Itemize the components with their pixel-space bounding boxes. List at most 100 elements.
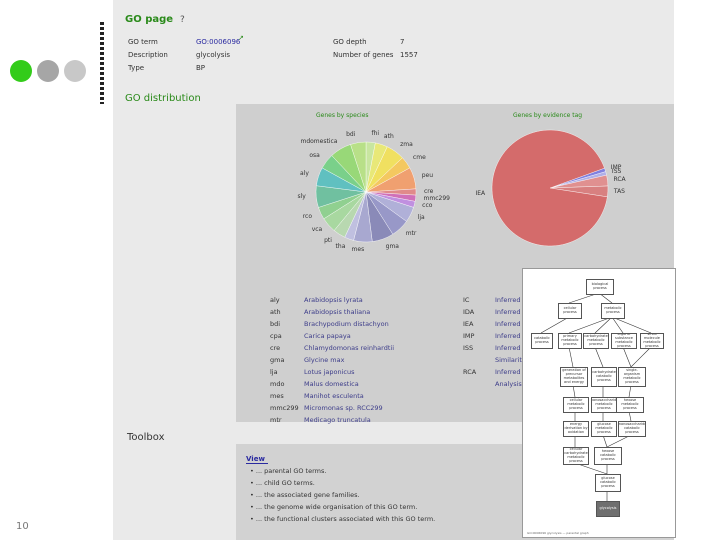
species-code: cre: [270, 344, 281, 352]
slide-dots: [10, 60, 86, 82]
species-code: aly: [270, 296, 280, 304]
toolbox-link-functional-clusters[interactable]: • ... the functional clusters associated…: [250, 515, 435, 523]
evidence-link[interactable]: Inferred: [495, 368, 521, 376]
species-code: bdi: [270, 320, 281, 328]
species-link[interactable]: Lotus japonicus: [304, 368, 355, 376]
toolbox-link-gene-families[interactable]: • ... the associated gene families.: [250, 491, 360, 499]
go-graph-node[interactable]: glucose metabolic process: [591, 421, 617, 437]
field-label-description: Description: [128, 51, 168, 59]
species-link[interactable]: Chlamydomonas reinhardtii: [304, 344, 394, 352]
species-link[interactable]: Medicago truncatula: [304, 416, 371, 424]
pie-label: ath: [383, 132, 394, 140]
evidence-code: IDA: [463, 308, 475, 316]
go-graph-node[interactable]: glycolysis: [596, 501, 620, 517]
evidence-link[interactable]: Inferred: [495, 320, 521, 328]
species-code: mmc299: [270, 404, 299, 412]
evidence-pie-chart: [491, 129, 609, 247]
evidence-link[interactable]: Inferred: [495, 344, 521, 352]
evidence-link[interactable]: Analysis: [495, 380, 522, 388]
species-link[interactable]: Micromonas sp. RCC299: [304, 404, 383, 412]
evidence-link[interactable]: Inferred: [495, 332, 521, 340]
pie-label: IEA: [475, 190, 486, 198]
species-link[interactable]: Carica papaya: [304, 332, 351, 340]
go-graph-node[interactable]: monosaccharide metabolic process: [591, 397, 617, 413]
pie-label: tha: [335, 242, 346, 250]
green-dot-icon: [10, 60, 32, 82]
go-graph-node[interactable]: hexose metabolic process: [616, 397, 644, 413]
toolbox-link-text[interactable]: ... the functional clusters associated w…: [256, 515, 435, 523]
go-graph-node[interactable]: hexose catabolic process: [594, 447, 622, 465]
species-pie-title: Genes by species: [316, 112, 369, 119]
pie-label: rco: [302, 212, 313, 220]
pie-label: cre: [424, 188, 434, 195]
go-graph-node[interactable]: catabolic process: [531, 333, 553, 349]
toolbox-link-text[interactable]: ... the genome wide organisation of this…: [256, 503, 417, 511]
go-graph-edge: [568, 316, 613, 334]
go-graph-node[interactable]: carbohydrate catabolic process: [591, 367, 617, 387]
evidence-pie-title: Genes by evidence tag: [513, 112, 583, 119]
go-graph-node[interactable]: energy derivation by oxidation: [563, 421, 589, 437]
species-code: ath: [270, 308, 281, 316]
species-link[interactable]: Malus domestica: [304, 380, 359, 388]
go-graph-edge: [568, 346, 574, 368]
species-link[interactable]: Arabidopsis thaliana: [304, 308, 370, 316]
light-grey-dot-icon: [64, 60, 86, 82]
field-value-type: BP: [196, 64, 206, 72]
field-label-type: Type: [128, 64, 145, 72]
pie-label: ISS: [611, 167, 622, 175]
field-value-go-term[interactable]: GO:0006096: [196, 38, 240, 46]
evidence-link[interactable]: Inferred: [495, 296, 521, 304]
pie-label: vca: [311, 226, 323, 234]
species-link[interactable]: Manihot esculenta: [304, 392, 364, 400]
toolbox-link-child[interactable]: • ... child GO terms.: [250, 479, 315, 487]
pie-label: pti: [324, 236, 332, 244]
go-page-title: GO page: [125, 14, 174, 25]
go-graph-node[interactable]: cellular metabolic process: [563, 397, 589, 413]
toolbox-link-parental[interactable]: • ... parental GO terms.: [250, 467, 326, 475]
field-value-go-depth: 7: [400, 38, 405, 46]
species-link[interactable]: Glycine max: [304, 356, 344, 364]
field-label-number-of-genes: Number of genes: [333, 51, 394, 59]
go-distribution-title: GO distribution: [125, 93, 201, 104]
species-link[interactable]: Arabidopsis lyrata: [304, 296, 363, 304]
go-graph-node[interactable]: monosaccharide catabolic process: [618, 421, 646, 437]
pie-label: cco: [422, 202, 433, 210]
pie-label: fhi: [371, 130, 380, 138]
evidence-code: IMP: [463, 332, 475, 340]
field-value-number-of-genes: 1557: [400, 51, 418, 59]
go-graph-node[interactable]: cellular carbohydrate metabolic process: [563, 447, 589, 465]
go-graph-edge: [540, 316, 570, 334]
toolbox-link-text[interactable]: ... parental GO terms.: [256, 467, 327, 475]
go-graph-edge: [622, 346, 632, 368]
species-code: lja: [270, 368, 278, 376]
go-graph-node[interactable]: cellular process: [558, 303, 582, 319]
go-graph-node[interactable]: organic substance metabolic process: [611, 333, 637, 349]
evidence-link[interactable]: Inferred: [495, 308, 521, 316]
pie-label: mdomestica: [300, 138, 338, 146]
external-link-icon[interactable]: ↗: [238, 34, 244, 42]
toolbox-link-text[interactable]: ... the associated gene families.: [256, 491, 360, 499]
species-code: mes: [270, 392, 284, 400]
pie-label: zma: [400, 141, 413, 149]
help-icon[interactable]: ?: [180, 15, 185, 25]
go-graph-node[interactable]: single-organism metabolic process: [618, 367, 646, 387]
species-code: cpa: [270, 332, 282, 340]
view-underline: [246, 463, 268, 464]
go-graph-node[interactable]: small molecule metabolic process: [640, 333, 664, 349]
field-label-go-depth: GO depth: [333, 38, 367, 46]
field-label-go-term: GO term: [128, 38, 158, 46]
evidence-code: IC: [463, 296, 470, 304]
go-graph-node[interactable]: generation of precursor metabolites and …: [560, 367, 588, 387]
go-graph-node[interactable]: metabolic process: [601, 303, 625, 319]
toolbox-link-genome-wide[interactable]: • ... the genome wide organisation of th…: [250, 503, 417, 511]
pie-label: gma: [385, 242, 399, 250]
view-heading: View: [246, 455, 265, 463]
go-graph-node[interactable]: biological process: [586, 279, 614, 295]
toolbox-link-text[interactable]: ... child GO terms.: [256, 479, 315, 487]
go-graph-node[interactable]: carbohydrate metabolic process: [583, 333, 609, 349]
pie-label: aly: [300, 170, 309, 178]
species-link[interactable]: Brachypodium distachyon: [304, 320, 389, 328]
pie-label: bdi: [346, 130, 356, 138]
go-graph-node[interactable]: primary metabolic process: [558, 333, 582, 349]
go-graph-node[interactable]: glucose catabolic process: [595, 474, 621, 492]
